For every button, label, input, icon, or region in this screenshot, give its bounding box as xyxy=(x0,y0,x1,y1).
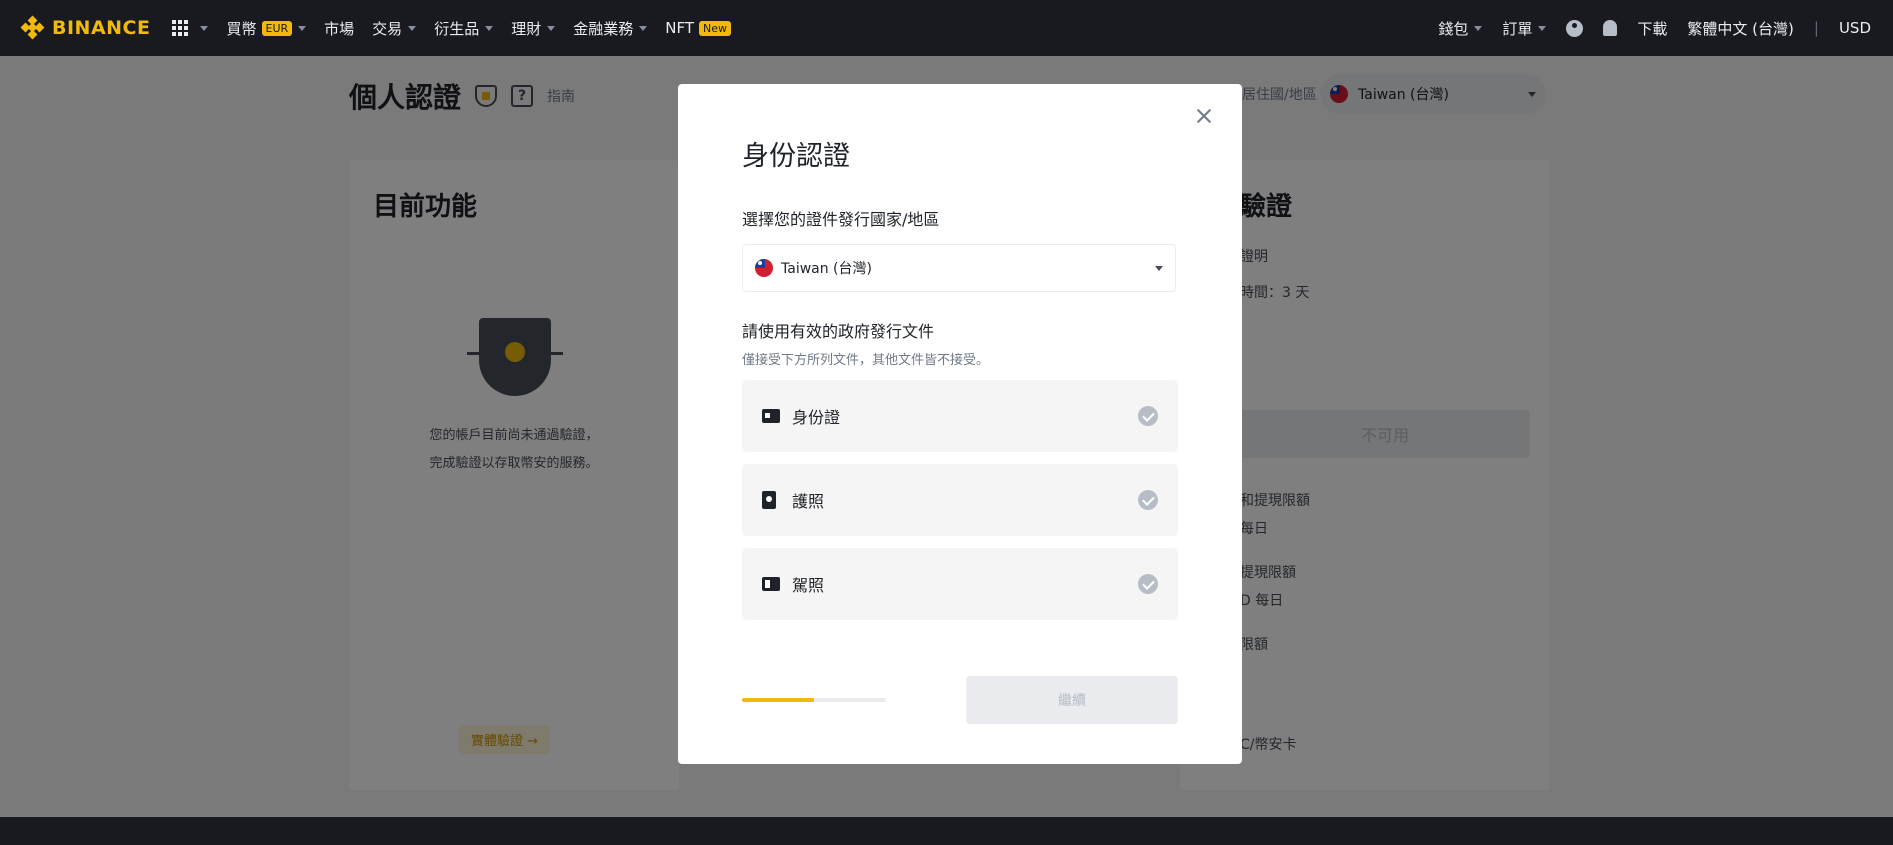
nav-download[interactable]: 下載 xyxy=(1637,18,1667,39)
nav-nft-label: NFT xyxy=(665,19,694,37)
check-circle-icon xyxy=(1138,574,1158,594)
nav-currency[interactable]: USD xyxy=(1839,19,1871,37)
passport-icon xyxy=(762,491,776,509)
id-card-icon xyxy=(762,409,780,423)
binance-logo[interactable]: BINANCE xyxy=(20,15,151,40)
nav-trade[interactable]: 交易 xyxy=(372,18,417,39)
modal-title: 身份認證 xyxy=(742,141,850,172)
nav-derivatives-label: 衍生品 xyxy=(434,19,480,38)
document-option-passport[interactable]: 護照 xyxy=(742,464,1178,536)
divider: | xyxy=(1813,19,1819,37)
nav-wallet[interactable]: 錢包 xyxy=(1438,18,1483,39)
top-navigation: BINANCE 買幣 EUR 市場 交易 衍生品 理財 金融業務 NFT New… xyxy=(0,0,1893,56)
chevron-down-icon xyxy=(547,25,556,31)
new-badge: New xyxy=(698,20,731,36)
nav-buy-crypto[interactable]: 買幣 EUR xyxy=(226,18,307,39)
chevron-down-icon xyxy=(1474,25,1483,31)
documents-note: 僅接受下方所列文件，其他文件皆不接受。 xyxy=(742,353,990,368)
nav-wallet-label: 錢包 xyxy=(1438,19,1469,38)
brand-name: BINANCE xyxy=(52,17,151,39)
document-option-id-card[interactable]: 身份證 xyxy=(742,380,1178,452)
nav-language[interactable]: 繁體中文 (台灣) xyxy=(1687,18,1793,39)
binance-logo-icon xyxy=(20,15,45,40)
check-circle-icon xyxy=(1138,490,1158,510)
driver-license-icon xyxy=(762,577,780,591)
identity-verification-modal: 身份認證 選擇您的證件發行國家/地區 Taiwan (台灣) 請使用有效的政府發… xyxy=(678,84,1242,764)
continue-button[interactable]: 繼續 xyxy=(966,676,1178,724)
nav-earn[interactable]: 理財 xyxy=(511,18,556,39)
country-select[interactable]: Taiwan (台灣) xyxy=(742,244,1176,292)
chevron-down-icon xyxy=(200,25,209,31)
nav-trade-label: 交易 xyxy=(372,19,403,38)
document-option-driver-license[interactable]: 駕照 xyxy=(742,548,1178,620)
documents-label: 請使用有效的政府發行文件 xyxy=(742,322,935,341)
document-option-label: 駕照 xyxy=(792,576,825,595)
chevron-down-icon xyxy=(1155,265,1163,271)
chevron-down-icon xyxy=(485,25,494,31)
nav-buy-crypto-label: 買幣 xyxy=(226,19,257,38)
check-circle-icon xyxy=(1138,406,1158,426)
chevron-down-icon xyxy=(1538,25,1547,31)
country-label: 選擇您的證件發行國家/地區 xyxy=(742,210,940,229)
chevron-down-icon xyxy=(639,25,648,31)
bell-icon[interactable] xyxy=(1603,20,1618,36)
chevron-down-icon xyxy=(408,25,417,31)
step-progress-fill xyxy=(742,698,814,702)
close-icon[interactable] xyxy=(1192,104,1216,128)
nav-earn-label: 理財 xyxy=(511,19,542,38)
apps-menu-button[interactable] xyxy=(172,20,209,36)
footer-bar xyxy=(0,817,1893,845)
nav-orders-label: 訂單 xyxy=(1502,19,1533,38)
nav-markets[interactable]: 市場 xyxy=(324,18,354,39)
document-option-label: 護照 xyxy=(792,492,825,511)
taiwan-flag-icon xyxy=(755,259,773,277)
document-option-label: 身份證 xyxy=(792,408,841,427)
nav-right-group: 錢包 訂單 下載 繁體中文 (台灣) | USD xyxy=(1438,18,1871,39)
currency-badge: EUR xyxy=(261,20,293,36)
nav-finance-label: 金融業務 xyxy=(573,19,634,38)
nav-nft[interactable]: NFT New xyxy=(665,19,731,37)
nav-markets-label: 市場 xyxy=(324,19,355,38)
grid-icon xyxy=(172,20,189,36)
nav-derivatives[interactable]: 衍生品 xyxy=(434,18,494,39)
user-icon[interactable] xyxy=(1566,19,1584,37)
country-select-value: Taiwan (台灣) xyxy=(781,261,872,277)
step-progress-bar xyxy=(742,698,886,702)
nav-finance[interactable]: 金融業務 xyxy=(573,18,648,39)
nav-orders[interactable]: 訂單 xyxy=(1502,18,1547,39)
chevron-down-icon xyxy=(298,25,307,31)
